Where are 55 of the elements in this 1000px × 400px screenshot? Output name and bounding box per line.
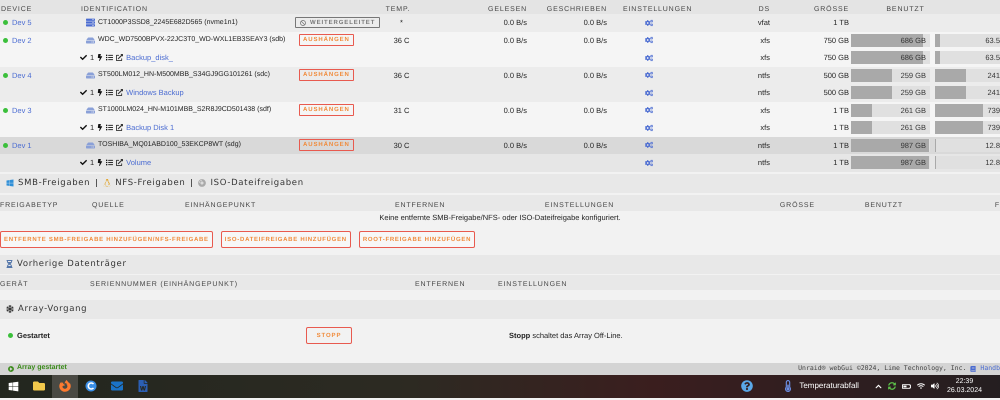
check-icon xyxy=(80,159,87,166)
sync-icon[interactable] xyxy=(888,382,896,390)
hard-drive-icon xyxy=(86,140,95,150)
share-tab[interactable]: NFS-Freigaben xyxy=(115,176,186,190)
battery-icon[interactable] xyxy=(902,382,911,390)
bolt-icon[interactable] xyxy=(97,89,104,96)
windows-icon xyxy=(6,179,14,187)
settings-icon[interactable] xyxy=(645,88,653,97)
bolt-icon[interactable] xyxy=(97,159,104,166)
ban-icon xyxy=(300,20,306,26)
folder-icon[interactable] xyxy=(33,380,45,392)
hard-drive-icon xyxy=(86,106,95,115)
thermometer-icon[interactable] xyxy=(783,380,794,392)
snowflake-icon xyxy=(6,305,14,313)
external-link-icon[interactable] xyxy=(116,89,124,96)
play-icon xyxy=(8,366,14,372)
settings-icon[interactable] xyxy=(645,71,653,80)
chevron-up-icon[interactable] xyxy=(874,382,882,390)
list-icon[interactable] xyxy=(106,89,114,96)
settings-icon[interactable] xyxy=(645,158,653,167)
external-link-icon[interactable] xyxy=(116,54,124,62)
windows-icon[interactable] xyxy=(8,380,18,392)
settings-icon[interactable] xyxy=(645,141,653,150)
book-icon xyxy=(970,366,976,372)
list-icon[interactable] xyxy=(106,159,114,166)
external-link-icon[interactable] xyxy=(116,124,124,132)
ssd-icon xyxy=(86,18,95,28)
check-icon xyxy=(80,54,87,62)
taskbar-app[interactable] xyxy=(52,374,78,398)
external-link-icon[interactable] xyxy=(116,159,124,166)
list-icon[interactable] xyxy=(106,124,114,132)
bolt-icon[interactable] xyxy=(97,124,104,132)
section-title: Array-Vorgang xyxy=(18,302,88,316)
hourglass-icon xyxy=(6,260,13,268)
check-icon xyxy=(80,124,87,132)
bolt-icon[interactable] xyxy=(97,54,104,62)
settings-icon[interactable] xyxy=(645,18,653,27)
weather-text[interactable]: Temperaturabfall xyxy=(799,380,859,392)
list-icon[interactable] xyxy=(106,54,114,62)
settings-icon[interactable] xyxy=(645,106,653,114)
browser-icon[interactable] xyxy=(59,380,71,392)
penguin-icon xyxy=(103,179,112,187)
share-tab[interactable]: ISO-Dateifreigaben xyxy=(210,176,304,190)
hard-drive-icon xyxy=(86,70,95,80)
hard-drive-icon xyxy=(86,36,95,45)
help-icon[interactable] xyxy=(741,380,754,392)
circle-app-icon[interactable] xyxy=(85,380,97,392)
settings-icon[interactable] xyxy=(645,124,653,132)
speaker-icon[interactable] xyxy=(930,382,939,390)
check-icon xyxy=(80,89,87,96)
share-tab[interactable]: SMB-Freigaben xyxy=(18,176,90,190)
settings-icon[interactable] xyxy=(645,36,653,44)
wifi-icon[interactable] xyxy=(916,382,925,390)
settings-icon[interactable] xyxy=(645,54,653,62)
section-title: Vorherige Datenträger xyxy=(17,258,127,270)
